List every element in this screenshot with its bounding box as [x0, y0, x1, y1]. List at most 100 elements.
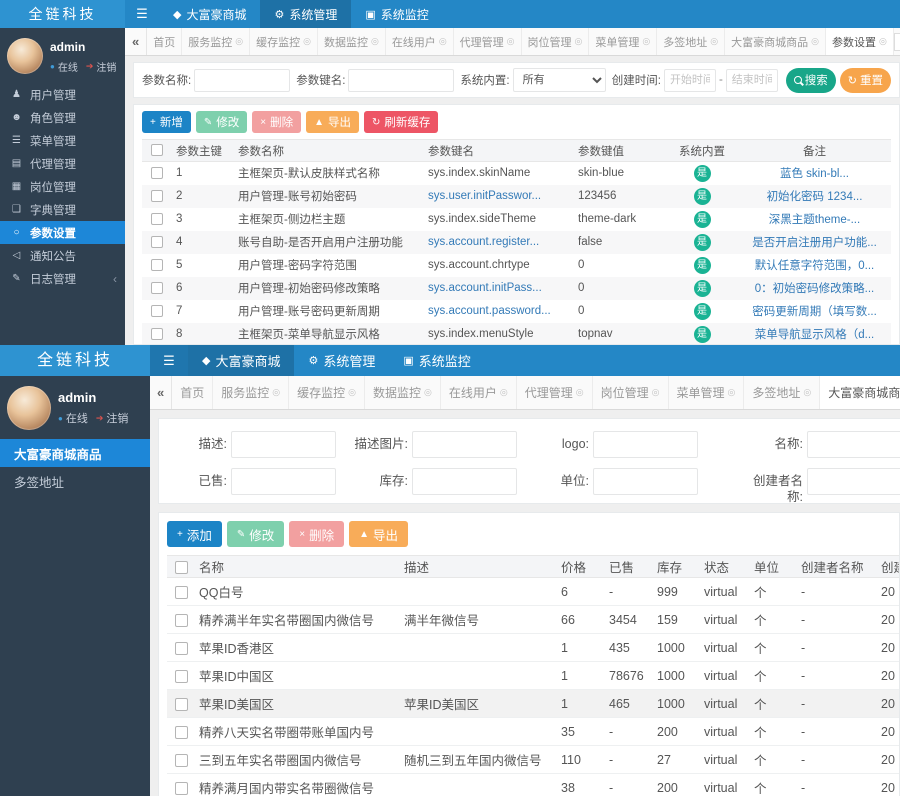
row-checkbox[interactable] [151, 236, 163, 248]
row-checkbox[interactable] [175, 754, 188, 767]
form-field-input[interactable] [231, 431, 336, 458]
row-checkbox[interactable] [151, 167, 163, 179]
tab-close-icon[interactable]: ◎ [272, 387, 280, 398]
param-remark-link[interactable]: 密码更新周期（填写数... [738, 300, 891, 323]
param-key-input[interactable] [348, 69, 454, 92]
page-tab[interactable]: 代理管理 ◎ [454, 28, 522, 55]
form-field-input[interactable] [412, 468, 517, 495]
row-checkbox[interactable] [151, 305, 163, 317]
tab-close-icon[interactable]: ◎ [803, 387, 811, 398]
row-checkbox[interactable] [175, 614, 188, 627]
tab-overflow-button[interactable] [894, 33, 900, 51]
logout-link[interactable]: 注销 [96, 59, 116, 74]
form-field-input[interactable] [593, 468, 698, 495]
tab-close-icon[interactable]: ◎ [303, 36, 311, 47]
tab-close-icon[interactable]: ◎ [500, 387, 508, 398]
builtin-select[interactable]: 所有 [513, 68, 606, 92]
param-remark-link[interactable]: 深黑主题theme-... [738, 208, 891, 231]
page-tab[interactable]: 多签地址 ◎ [744, 376, 820, 409]
page-tab[interactable]: 菜单管理 ◎ [669, 376, 745, 409]
toolbar-button[interactable]: + 新增 [142, 111, 191, 133]
sidebar-item[interactable]: ☰ 菜单管理 [0, 129, 125, 152]
tab-scroll-left-button[interactable]: « [125, 28, 147, 55]
param-remark-link[interactable]: 默认任意字符范围，0... [738, 254, 891, 277]
sidebar-item[interactable]: ✎ 日志管理 ‹ [0, 267, 125, 290]
tab-close-icon[interactable]: ◎ [235, 36, 243, 47]
param-remark-link[interactable]: 初始化密码 1234... [738, 185, 891, 208]
tab-close-icon[interactable]: ◎ [642, 36, 650, 47]
toolbar-button[interactable]: ✎ 修改 [196, 111, 247, 133]
form-field-input[interactable] [231, 468, 336, 495]
page-tab[interactable]: 服务监控 ◎ [182, 28, 250, 55]
row-checkbox[interactable] [151, 213, 163, 225]
tab-close-icon[interactable]: ◎ [371, 36, 379, 47]
tab-close-icon[interactable]: ◎ [424, 387, 432, 398]
form-field-input[interactable] [593, 431, 698, 458]
avatar[interactable] [7, 386, 51, 430]
form-field-input[interactable] [412, 431, 517, 458]
top-nav-item[interactable]: ⚙ 系统管理 [260, 0, 351, 28]
tab-close-icon[interactable]: ◎ [728, 387, 736, 398]
page-tab[interactable]: 菜单管理 ◎ [589, 28, 657, 55]
top-nav-item[interactable]: ▣ 系统监控 [389, 345, 484, 376]
page-tab[interactable]: 数据监控 ◎ [365, 376, 441, 409]
param-remark-link[interactable]: 0：初始密码修改策略... [738, 277, 891, 300]
tab-scroll-left-button[interactable]: « [150, 376, 172, 409]
sidebar-item[interactable]: 多签地址 [0, 467, 150, 495]
row-checkbox[interactable] [175, 642, 188, 655]
tab-close-icon[interactable]: ◎ [811, 36, 819, 47]
tab-close-icon[interactable]: ◎ [575, 36, 583, 47]
toolbar-button[interactable]: ✎ 修改 [227, 521, 284, 547]
row-checkbox[interactable] [175, 586, 188, 599]
page-tab[interactable]: 岗位管理 ◎ [593, 376, 669, 409]
toolbar-button[interactable]: ↻ 刷新缓存 [364, 111, 438, 133]
avatar[interactable] [7, 38, 43, 74]
toolbar-button[interactable]: + 添加 [167, 521, 222, 547]
sidebar-item[interactable]: ◁ 通知公告 [0, 244, 125, 267]
tab-close-icon[interactable]: ◎ [348, 387, 356, 398]
page-tab[interactable]: 大富豪商城商品 ◎ [725, 28, 826, 55]
row-checkbox[interactable] [151, 328, 163, 340]
page-tab[interactable]: 首页 [172, 376, 213, 409]
sidebar-item[interactable]: ▦ 岗位管理 [0, 175, 125, 198]
page-tab[interactable]: 缓存监控 ◎ [289, 376, 365, 409]
logout-link[interactable]: 注销 [106, 410, 128, 426]
tab-close-icon[interactable]: ◎ [507, 36, 515, 47]
page-tab[interactable]: 缓存监控 ◎ [250, 28, 318, 55]
form-field-input[interactable] [807, 431, 900, 458]
row-checkbox[interactable] [175, 782, 188, 795]
reset-button[interactable]: ↻ 重置 [840, 68, 891, 93]
sidebar-item[interactable]: ☻ 角色管理 [0, 106, 125, 129]
row-checkbox[interactable] [175, 726, 188, 739]
param-remark-link[interactable]: 菜单导航显示风格（d... [738, 323, 891, 346]
tab-close-icon[interactable]: ◎ [710, 36, 718, 47]
page-tab[interactable]: 在线用户 ◎ [441, 376, 517, 409]
page-tab[interactable]: 数据监控 ◎ [318, 28, 386, 55]
form-field-input[interactable] [807, 468, 900, 495]
page-tab[interactable]: 大富豪商城商品 ◎ [820, 376, 900, 409]
page-tab[interactable]: 首页 [147, 28, 182, 55]
page-tab[interactable]: 多签地址 ◎ [657, 28, 725, 55]
tab-close-icon[interactable]: ◎ [652, 387, 660, 398]
row-checkbox[interactable] [151, 282, 163, 294]
end-time-input[interactable] [726, 69, 778, 92]
sidebar-item[interactable]: ▤ 代理管理 [0, 152, 125, 175]
row-checkbox[interactable] [175, 670, 188, 683]
toolbar-button[interactable]: ▲ 导出 [349, 521, 408, 547]
top-nav-item[interactable]: ▣ 系统监控 [351, 0, 442, 28]
select-all-checkbox[interactable] [175, 561, 188, 574]
row-checkbox[interactable] [175, 698, 188, 711]
sidebar-item[interactable]: ❑ 字典管理 [0, 198, 125, 221]
tab-close-icon[interactable]: ◎ [576, 387, 584, 398]
row-checkbox[interactable] [151, 190, 163, 202]
sidebar-item[interactable]: ○ 参数设置 [0, 221, 125, 244]
start-time-input[interactable] [664, 69, 716, 92]
toolbar-button[interactable]: × 删除 [252, 111, 301, 133]
page-tab[interactable]: 在线用户 ◎ [386, 28, 454, 55]
page-tab[interactable]: 服务监控 ◎ [213, 376, 289, 409]
param-remark-link[interactable]: 蓝色 skin-bl... [738, 162, 891, 185]
top-nav-item[interactable]: ◆ 大富豪商城 [159, 0, 260, 28]
tab-close-icon[interactable]: ◎ [879, 36, 887, 47]
page-tab[interactable]: 代理管理 ◎ [517, 376, 593, 409]
sidebar-toggle-button[interactable]: ☰ [150, 345, 188, 376]
